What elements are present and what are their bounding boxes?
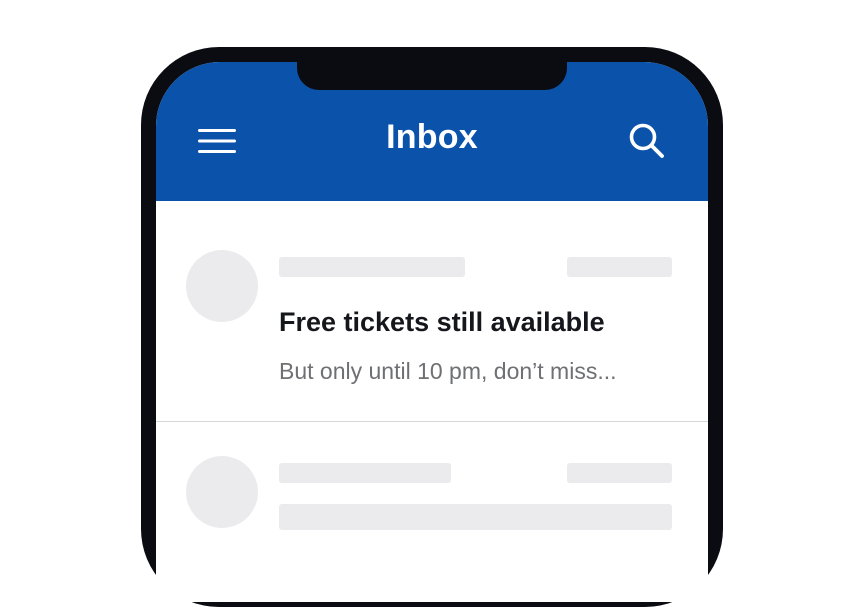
page-title: Inbox [386, 118, 478, 156]
sender-placeholder [279, 257, 465, 277]
avatar-placeholder [186, 250, 258, 322]
date-placeholder [567, 257, 672, 277]
subject-placeholder [279, 504, 672, 530]
message-list-item[interactable]: Free tickets still available But only un… [156, 201, 708, 422]
search-button[interactable] [624, 118, 670, 164]
menu-button[interactable] [192, 119, 236, 163]
message-subject: Free tickets still available [279, 307, 605, 337]
search-icon [629, 123, 664, 158]
hamburger-menu-icon [198, 129, 236, 153]
message-list-item-placeholder[interactable] [156, 422, 708, 602]
message-list: Free tickets still available But only un… [156, 201, 708, 602]
avatar-placeholder [186, 456, 258, 528]
phone-notch [297, 52, 567, 90]
phone-screen: Inbox Free tickets still available But o… [156, 62, 708, 602]
date-placeholder [567, 463, 672, 483]
message-preview: But only until 10 pm, don’t miss... [279, 358, 617, 384]
sender-placeholder [279, 463, 451, 483]
